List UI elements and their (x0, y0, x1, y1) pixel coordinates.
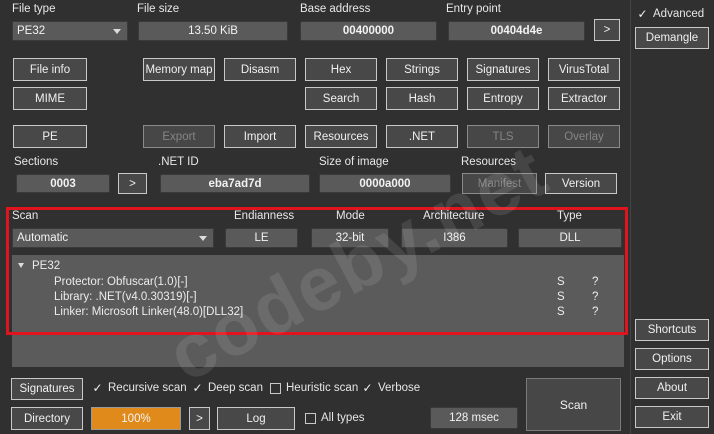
checkmark-icon: ✓ (637, 6, 648, 21)
recursive-scan-label: Recursive scan (108, 382, 187, 394)
verbose-checkbox[interactable]: ✓ Verbose (362, 380, 421, 395)
entropy-button[interactable]: Entropy (467, 87, 539, 110)
progress-bar: 100% (91, 407, 181, 430)
progress-text: 100% (121, 412, 151, 425)
checkmark-icon: ✓ (192, 380, 203, 395)
verbose-label: Verbose (378, 382, 421, 394)
dotnet-button[interactable]: .NET (386, 125, 458, 148)
demangle-button[interactable]: Demangle (635, 27, 709, 49)
chevron-down-icon (113, 29, 121, 34)
import-button[interactable]: Import (224, 125, 296, 148)
checkbox-empty-icon (270, 382, 281, 394)
file-type-label: File type (12, 3, 56, 15)
file-type-select[interactable]: PE32 (12, 21, 128, 41)
go-button[interactable]: > (189, 407, 210, 430)
recursive-scan-checkbox[interactable]: ✓ Recursive scan (92, 380, 187, 395)
deep-scan-checkbox[interactable]: ✓ Deep scan (192, 380, 263, 395)
netid-label: .NET ID (158, 156, 199, 168)
memory-map-button[interactable]: Memory map (143, 58, 215, 81)
sections-go-button[interactable]: > (118, 173, 147, 194)
exit-button[interactable]: Exit (635, 406, 709, 428)
all-types-checkbox[interactable]: All types (305, 412, 364, 424)
signatures-button[interactable]: Signatures (11, 378, 83, 400)
disasm-button[interactable]: Disasm (224, 58, 296, 81)
virustotal-button[interactable]: VirusTotal (548, 58, 620, 81)
entry-point-label: Entry point (446, 3, 501, 15)
panel-divider (630, 0, 631, 434)
elapsed-time-field: 128 msec (430, 407, 518, 429)
checkmark-icon: ✓ (362, 380, 373, 395)
strings-button[interactable]: Strings (386, 58, 458, 81)
all-types-label: All types (321, 412, 365, 424)
base-address-label: Base address (300, 3, 371, 15)
options-button[interactable]: Options (635, 348, 709, 370)
export-button: Export (143, 125, 215, 148)
heuristic-scan-label: Heuristic scan (286, 382, 359, 394)
resources-button[interactable]: Resources (305, 125, 377, 148)
file-info-button[interactable]: File info (13, 58, 87, 81)
entry-point-field[interactable]: 00404d4e (448, 21, 585, 41)
file-size-label: File size (137, 3, 180, 15)
overlay-button: Overlay (548, 125, 620, 148)
search-button[interactable]: Search (305, 87, 377, 110)
pe-button[interactable]: PE (13, 125, 87, 148)
base-address-field[interactable]: 00400000 (300, 21, 437, 41)
version-button[interactable]: Version (545, 173, 617, 194)
advanced-checkbox[interactable]: ✓ Advanced (637, 6, 705, 21)
netid-field: eba7ad7d (160, 174, 310, 193)
hex-button[interactable]: Hex (305, 58, 377, 81)
checkmark-icon: ✓ (92, 380, 103, 395)
sections-field: 0003 (16, 174, 110, 193)
shortcuts-button[interactable]: Shortcuts (635, 319, 709, 341)
entry-point-go-button[interactable]: > (594, 19, 620, 41)
heuristic-scan-checkbox[interactable]: Heuristic scan (270, 382, 358, 394)
file-size-field: 13.50 KiB (138, 21, 288, 41)
sections-label: Sections (14, 156, 59, 168)
deep-scan-label: Deep scan (208, 382, 263, 394)
advanced-label: Advanced (653, 8, 705, 20)
scan-button[interactable]: Scan (526, 378, 621, 431)
image-size-label: Size of image (319, 156, 389, 168)
checkbox-empty-icon (305, 412, 316, 424)
signatures-tool-button[interactable]: Signatures (467, 58, 539, 81)
extractor-button[interactable]: Extractor (548, 87, 620, 110)
hash-button[interactable]: Hash (386, 87, 458, 110)
log-button[interactable]: Log (217, 407, 295, 430)
about-button[interactable]: About (635, 377, 709, 399)
directory-button[interactable]: Directory (11, 407, 83, 430)
mime-button[interactable]: MIME (13, 87, 87, 110)
file-type-value: PE32 (17, 25, 46, 37)
